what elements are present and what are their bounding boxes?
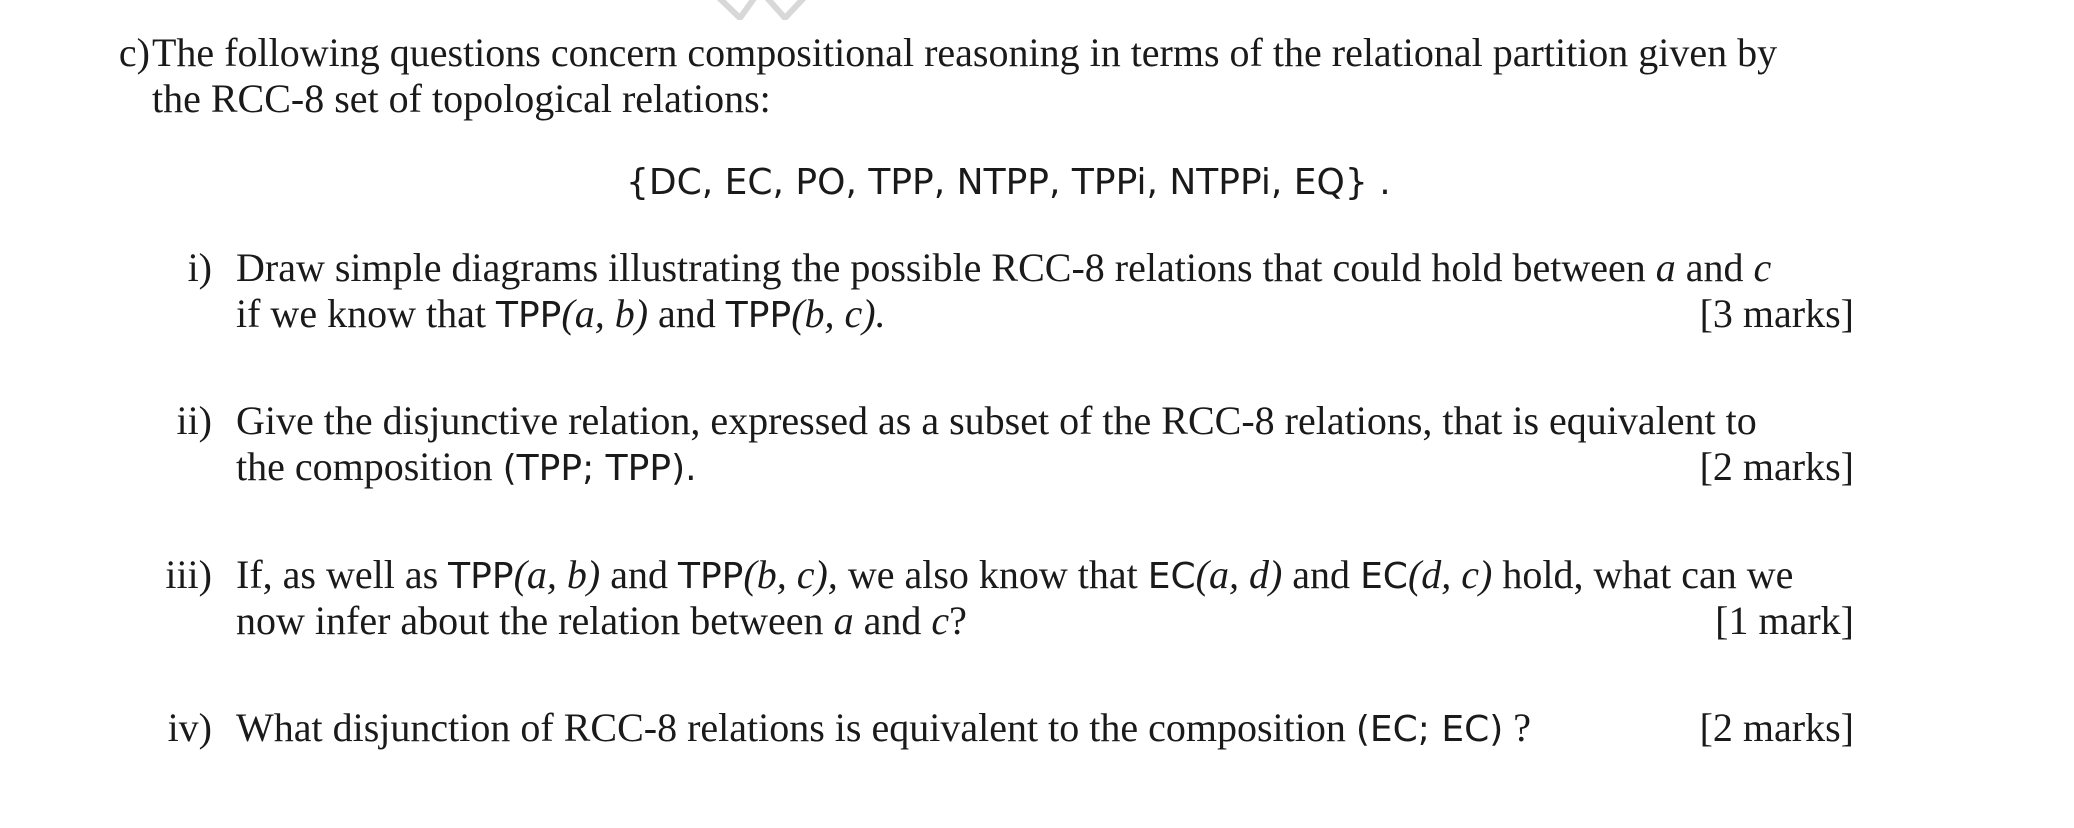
- question-i-line2: if we know that TPP(a, b) and TPP(b, c).: [236, 291, 886, 339]
- question-iii-marks: [1 mark]: [1715, 598, 1854, 643]
- part-intro-line2: the RCC-8 set of topological relations:: [152, 76, 771, 121]
- question-iv-marks: [2 marks]: [1699, 705, 1854, 750]
- question-iii-mid: we also know that: [847, 552, 1138, 597]
- var-a: a: [1655, 245, 1676, 290]
- part-label: c): [118, 30, 150, 75]
- args-dc: (d, c): [1407, 552, 1493, 597]
- and-word: and: [863, 598, 922, 643]
- question-iii-line2: now infer about the relation between a a…: [236, 598, 967, 644]
- question-iv-text: What disjunction of RCC-8 relations is e…: [236, 705, 1346, 750]
- and-word: and: [610, 552, 668, 597]
- tpp-relation: TPP: [725, 295, 792, 336]
- relation-set: {DC, EC, PO, TPP, NTPP, TPPi, NTPPi, EQ}…: [626, 162, 1391, 203]
- composition-tpp-tpp: (TPP; TPP).: [502, 448, 697, 489]
- exam-page: c) The following questions concern compo…: [0, 0, 2074, 828]
- question-iv-line1: What disjunction of RCC-8 relations is e…: [236, 705, 1531, 753]
- var-a: a: [833, 598, 854, 643]
- question-mark: ?: [949, 598, 967, 643]
- question-mark: ?: [1513, 705, 1532, 750]
- var-c: c: [1753, 245, 1772, 290]
- question-ii-line2: the composition (TPP; TPP).: [236, 444, 697, 492]
- question-ii-pre: the composition: [236, 444, 493, 489]
- question-iii-line1: If, as well as TPP(a, b) and TPP(b, c), …: [236, 552, 1793, 600]
- args-bc: (b, c).: [791, 291, 886, 336]
- args-ad: (a, d): [1195, 552, 1283, 597]
- question-ii-marks: [2 marks]: [1699, 444, 1854, 489]
- tpp-relation: TPP: [495, 295, 562, 336]
- part-intro-line1: The following questions concern composit…: [152, 30, 1778, 75]
- question-i-label: i): [187, 245, 212, 290]
- args-ab: (a, b): [513, 552, 601, 597]
- question-iii-line2-pre: now infer about the relation between: [236, 598, 824, 643]
- composition-ec-ec: (EC; EC): [1355, 709, 1504, 750]
- args-bc: (b, c),: [743, 552, 838, 597]
- question-ii-label: ii): [176, 398, 212, 443]
- var-c: c: [931, 598, 950, 643]
- question-i-line1: Draw simple diagrams illustrating the po…: [236, 245, 1771, 291]
- question-iii-post: hold, what can we: [1502, 552, 1794, 597]
- and-word: and: [1292, 552, 1351, 597]
- and-word: and: [1685, 245, 1744, 290]
- question-i-marks: [3 marks]: [1699, 291, 1854, 336]
- question-i-text: Draw simple diagrams illustrating the po…: [236, 245, 1646, 290]
- question-ii-line1: Give the disjunctive relation, expressed…: [236, 398, 1757, 443]
- tpp-relation: TPP: [677, 556, 744, 597]
- tpp-relation: TPP: [448, 556, 514, 597]
- question-iv-label: iv): [167, 705, 212, 750]
- and-word: and: [658, 291, 716, 336]
- ec-relation: EC: [1147, 556, 1196, 597]
- question-i-pre: if we know that: [236, 291, 486, 336]
- args-ab: (a, b): [561, 291, 649, 336]
- ec-relation: EC: [1360, 556, 1408, 597]
- watermark-mark: [716, 0, 806, 20]
- question-iii-label: iii): [165, 552, 212, 597]
- question-iii-pre: If, as well as: [236, 552, 439, 597]
